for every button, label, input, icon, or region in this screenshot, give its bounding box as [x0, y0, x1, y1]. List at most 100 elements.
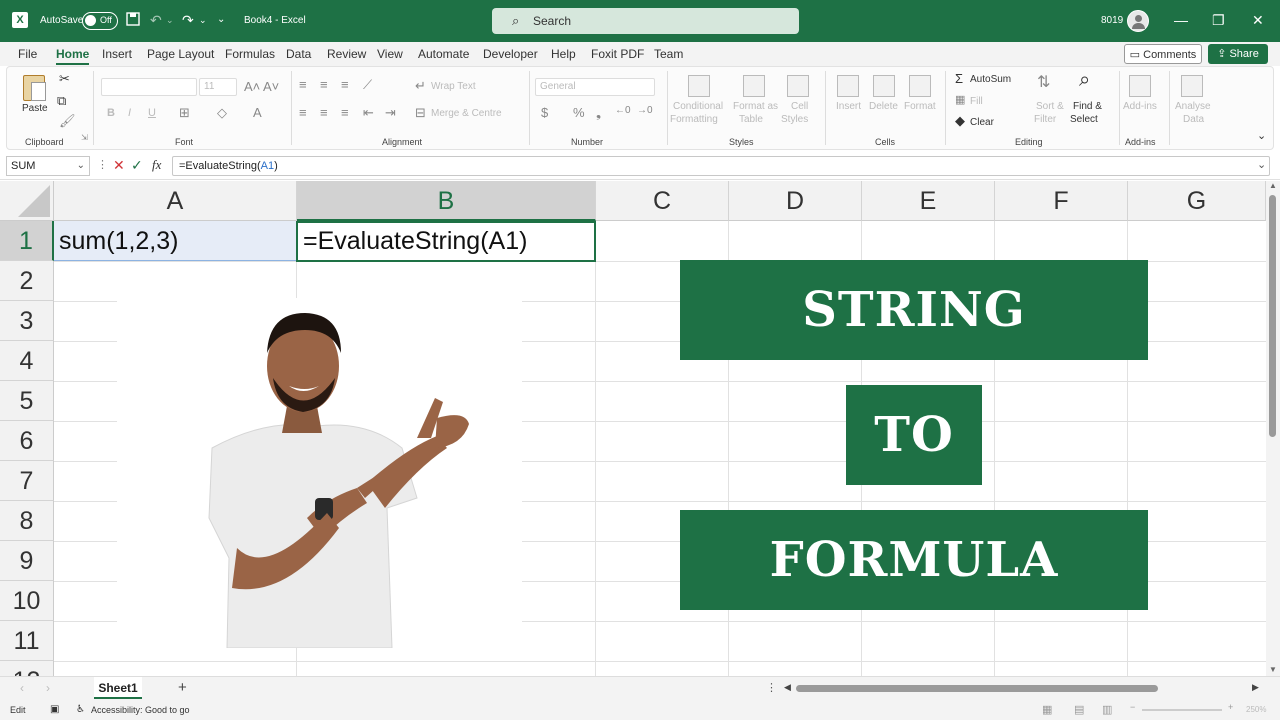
sort-filter-label-2[interactable]: Filter: [1034, 114, 1056, 125]
font-name-box[interactable]: [101, 78, 197, 96]
tab-formulas[interactable]: Formulas: [225, 47, 275, 61]
format-cells-label[interactable]: Format: [904, 101, 936, 112]
tab-team[interactable]: Team: [654, 47, 683, 61]
format-as-table-label-2[interactable]: Table: [739, 114, 763, 125]
analyse-data-label[interactable]: Analyse: [1175, 101, 1211, 112]
redo-icon[interactable]: ↷: [182, 12, 194, 28]
format-as-table-icon[interactable]: [743, 75, 765, 97]
autosum-button[interactable]: AutoSum: [970, 74, 1011, 85]
minimize-icon[interactable]: —: [1174, 12, 1188, 28]
more-sheets-icon[interactable]: ⋮: [766, 681, 777, 694]
clipboard-launcher-icon[interactable]: ⇲: [81, 133, 88, 142]
zoom-in-icon[interactable]: +: [1228, 702, 1233, 712]
delete-cells-icon[interactable]: [873, 75, 895, 97]
tab-data[interactable]: Data: [286, 47, 311, 61]
tab-home[interactable]: Home: [56, 47, 90, 65]
clear-icon[interactable]: ◆: [955, 113, 965, 129]
tab-insert[interactable]: Insert: [102, 47, 132, 61]
column-header-f[interactable]: F: [995, 181, 1128, 221]
page-layout-view-icon[interactable]: ▤: [1074, 703, 1084, 716]
scroll-up-icon[interactable]: ▲: [1269, 181, 1277, 190]
row-header-12[interactable]: 12: [0, 661, 54, 676]
sort-filter-icon[interactable]: ⇅: [1037, 72, 1050, 92]
sheet-tab-sheet1[interactable]: Sheet1: [94, 677, 142, 699]
customize-toolbar-icon[interactable]: ⌄: [217, 12, 225, 28]
currency-icon[interactable]: $: [541, 105, 548, 120]
name-box[interactable]: SUM ⌄: [6, 156, 90, 176]
row-header-6[interactable]: 6: [0, 421, 54, 461]
undo-dropdown-icon[interactable]: ⌄: [166, 12, 174, 28]
paste-label[interactable]: Paste: [22, 103, 48, 114]
column-header-d[interactable]: D: [729, 181, 862, 221]
tab-foxit-pdf[interactable]: Foxit PDF: [591, 47, 644, 61]
cell-a1[interactable]: sum(1,2,3): [54, 221, 297, 261]
tab-help[interactable]: Help: [551, 47, 576, 61]
save-icon[interactable]: [126, 12, 140, 29]
wrap-text-icon[interactable]: ↵: [415, 78, 426, 94]
sort-filter-label[interactable]: Sort &: [1036, 101, 1064, 112]
avatar[interactable]: [1127, 10, 1149, 32]
borders-icon[interactable]: ⊞: [179, 105, 190, 121]
maximize-icon[interactable]: ❐: [1212, 12, 1225, 29]
row-header-1[interactable]: 1: [0, 221, 54, 261]
underline-button[interactable]: U: [148, 107, 156, 119]
increase-decimal-icon[interactable]: ←0: [615, 105, 631, 116]
more-options-icon[interactable]: ⋮: [97, 158, 108, 171]
find-select-label[interactable]: Find &: [1073, 101, 1102, 112]
chevron-down-icon[interactable]: ⌄: [77, 160, 85, 171]
font-size-box[interactable]: 11: [199, 78, 237, 96]
format-cells-icon[interactable]: [909, 75, 931, 97]
analyse-data-icon[interactable]: [1181, 75, 1203, 97]
align-bottom-icon[interactable]: ≡: [341, 77, 349, 92]
horizontal-scroll-thumb[interactable]: [796, 685, 1158, 692]
page-break-view-icon[interactable]: ▥: [1102, 703, 1112, 716]
tab-developer[interactable]: Developer: [483, 47, 538, 61]
column-header-g[interactable]: G: [1128, 181, 1266, 221]
find-select-icon[interactable]: ⌕: [1079, 69, 1090, 92]
increase-indent-icon[interactable]: ⇥: [385, 105, 396, 121]
cancel-icon[interactable]: ✕: [113, 157, 125, 174]
tab-file[interactable]: File: [18, 47, 37, 61]
format-painter-icon[interactable]: 🖌: [59, 113, 76, 129]
tab-review[interactable]: Review: [327, 47, 366, 61]
workbook-statistics-icon[interactable]: ▣: [50, 704, 59, 715]
insert-cells-icon[interactable]: [837, 75, 859, 97]
comments-button[interactable]: ▭ Comments: [1124, 44, 1202, 64]
conditional-formatting-icon[interactable]: [688, 75, 710, 97]
comma-icon[interactable]: ❟: [596, 105, 601, 121]
percent-icon[interactable]: %: [573, 105, 585, 120]
insert-cells-label[interactable]: Insert: [836, 101, 861, 112]
cell-styles-icon[interactable]: [787, 75, 809, 97]
orientation-icon[interactable]: ⟋: [363, 77, 372, 93]
increase-font-icon[interactable]: A˄: [244, 79, 260, 94]
autosum-icon[interactable]: Σ: [955, 71, 963, 86]
paste-icon[interactable]: [23, 75, 46, 101]
zoom-out-icon[interactable]: −: [1130, 702, 1135, 712]
delete-cells-label[interactable]: Delete: [869, 101, 898, 112]
fill-color-icon[interactable]: ◇: [217, 105, 227, 121]
autosave-toggle[interactable]: Off: [82, 12, 118, 30]
redo-dropdown-icon[interactable]: ⌄: [199, 12, 207, 28]
column-header-c[interactable]: C: [596, 181, 729, 221]
hscroll-right-icon[interactable]: ▶: [1252, 682, 1259, 693]
row-header-4[interactable]: 4: [0, 341, 54, 381]
italic-button[interactable]: I: [128, 107, 131, 119]
clear-button[interactable]: Clear: [970, 117, 994, 128]
row-header-10[interactable]: 10: [0, 581, 54, 621]
undo-icon[interactable]: ↶: [150, 12, 162, 28]
row-header-5[interactable]: 5: [0, 381, 54, 421]
merge-centre-button[interactable]: Merge & Centre: [431, 108, 502, 119]
vertical-scroll-thumb[interactable]: [1269, 195, 1276, 437]
cell-b1[interactable]: =EvaluateString(A1): [296, 221, 596, 262]
cell-styles-label-2[interactable]: Styles: [781, 114, 808, 125]
accessibility-status[interactable]: Accessibility: Good to go: [91, 705, 190, 715]
font-color-icon[interactable]: A: [253, 105, 262, 120]
analyse-data-label-2[interactable]: Data: [1183, 114, 1204, 125]
scroll-down-icon[interactable]: ▼: [1269, 665, 1277, 674]
decrease-decimal-icon[interactable]: →0: [637, 105, 653, 116]
row-header-9[interactable]: 9: [0, 541, 54, 581]
decrease-font-icon[interactable]: A˅: [263, 79, 279, 94]
collapse-ribbon-icon[interactable]: ⌄: [1257, 129, 1266, 142]
column-header-e[interactable]: E: [862, 181, 995, 221]
align-right-icon[interactable]: ≡: [341, 105, 349, 120]
